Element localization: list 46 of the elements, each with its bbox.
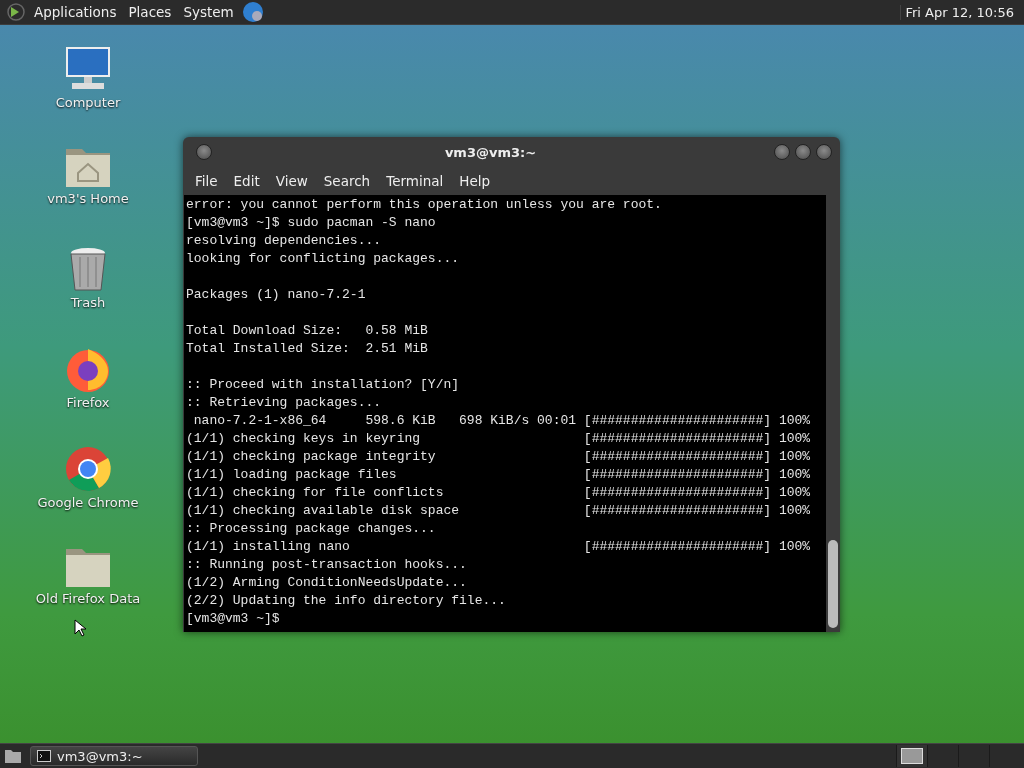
terminal-line: (1/1) checking for file conflicts [######################] 100% <box>186 484 812 502</box>
terminal-line: :: Running post-transaction hooks... <box>186 556 468 574</box>
close-button[interactable] <box>816 144 832 160</box>
terminal-line: (2/2) Updating the info directory file... <box>186 592 507 610</box>
show-desktop-icon[interactable] <box>4 748 22 764</box>
terminal-line: (1/1) checking keys in keyring [######################] 100% <box>186 430 812 448</box>
menu-item[interactable]: Help <box>451 173 499 189</box>
menu-item[interactable]: Edit <box>225 173 268 189</box>
menu-item[interactable]: View <box>267 173 316 189</box>
terminal-line: Packages (1) nano-7.2-1 <box>186 286 367 304</box>
terminal-line: Total Installed Size: 2.51 MiB <box>186 340 429 358</box>
maximize-button[interactable] <box>795 144 811 160</box>
terminal-line: looking for conflicting packages... <box>186 250 461 268</box>
window-menu-button[interactable] <box>196 144 212 160</box>
terminal-line: :: Proceed with installation? [Y/n] <box>186 376 461 394</box>
menu-item[interactable]: Terminal <box>378 173 452 189</box>
terminal-line: error: you cannot perform this operation unless you are root. <box>186 196 663 214</box>
terminal-icon <box>37 750 51 762</box>
task-button[interactable]: vm3@vm3:~ <box>30 746 198 766</box>
mouse-pointer-icon <box>74 619 86 637</box>
terminal-line: (1/1) checking available disk space [######################] 100% <box>186 502 812 520</box>
scrollbar[interactable] <box>826 195 840 632</box>
globe-icon[interactable] <box>241 1 264 23</box>
terminal-line: :: Retrieving packages... <box>186 394 383 412</box>
terminal-line: :: Processing package changes... <box>186 520 437 538</box>
clock[interactable]: Fri Apr 12, 10:56 <box>900 4 1018 20</box>
workspace-button[interactable] <box>896 745 927 767</box>
menu-logo-icon <box>6 2 26 22</box>
terminal-line: (1/1) installing nano [######################] 100% <box>186 538 812 556</box>
terminal-line: Total Download Size: 0.58 MiB <box>186 322 429 340</box>
panel-menu[interactable]: Places <box>124 4 176 20</box>
terminal-line: (1/1) loading package files [######################] 100% <box>186 466 812 484</box>
window-title: vm3@vm3:~ <box>443 144 538 160</box>
terminal-line: (1/1) checking package integrity [######################] 100% <box>186 448 812 466</box>
terminal-line: nano-7.2-1-x86_64 598.6 KiB 698 KiB/s 00:01 [######################] 100% <box>192 412 812 430</box>
terminal-line: [vm3@vm3 ~]$ sudo pacman -S nano <box>186 214 437 232</box>
panel-menu[interactable]: System <box>179 4 238 20</box>
terminal-line: resolving dependencies... <box>186 232 383 250</box>
menu-item[interactable]: File <box>187 173 226 189</box>
chrome-icon <box>64 445 112 493</box>
minimize-button[interactable] <box>774 144 790 160</box>
panel-menu[interactable]: Applications <box>30 4 121 20</box>
trash-icon <box>68 245 108 293</box>
terminal-line: (1/2) Arming ConditionNeedsUpdate... <box>186 574 468 592</box>
menu-item[interactable]: Search <box>315 173 379 189</box>
terminal-line: [vm3@vm3 ~]$ <box>186 610 281 628</box>
